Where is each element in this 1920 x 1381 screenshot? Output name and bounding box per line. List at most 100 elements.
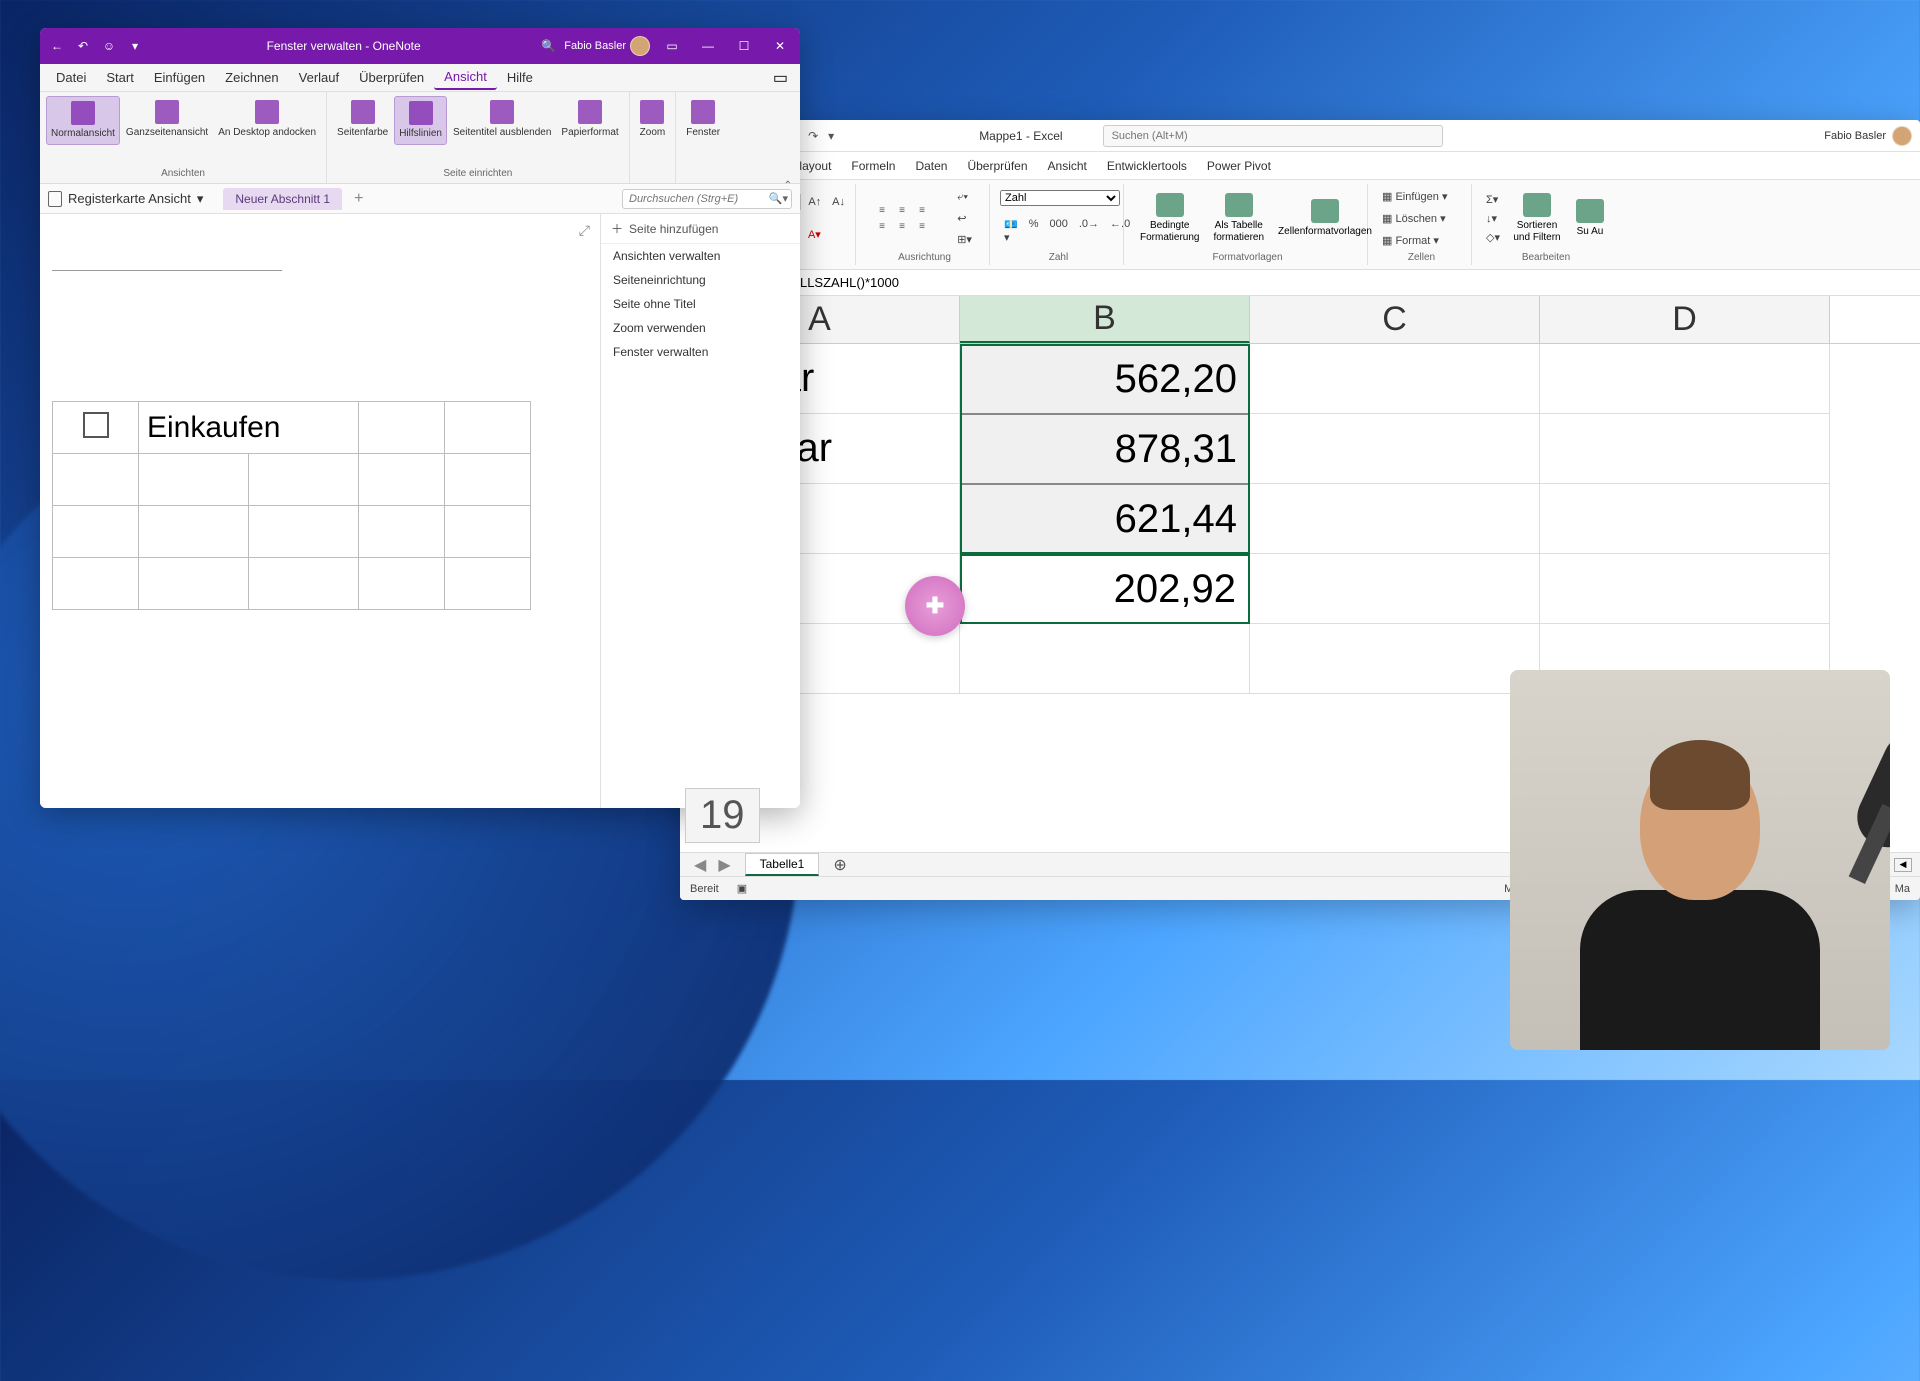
empty-cell[interactable]: [139, 558, 249, 610]
clear-icon[interactable]: ◇▾: [1482, 229, 1504, 246]
page-item-ansichten-verwalten[interactable]: Ansichten verwalten: [601, 244, 800, 268]
wrap-text-icon[interactable]: ↩: [953, 210, 976, 227]
add-section-button[interactable]: +: [346, 188, 371, 210]
cell-c3[interactable]: [1250, 484, 1540, 554]
empty-cell[interactable]: [359, 506, 445, 558]
back-icon[interactable]: ←: [46, 35, 68, 57]
empty-cell[interactable]: [359, 558, 445, 610]
ribbon-mode-icon[interactable]: ▭: [767, 65, 794, 91]
menu-verlauf[interactable]: Verlauf: [289, 66, 349, 89]
empty-cell[interactable]: [445, 402, 531, 454]
menu-formeln[interactable]: Formeln: [841, 155, 905, 177]
an-desktop-andocken-button[interactable]: An Desktop andocken: [214, 96, 320, 143]
format-as-table-button[interactable]: Als Tabelle formatieren: [1207, 186, 1270, 250]
menu-datei[interactable]: Datei: [46, 66, 96, 89]
conditional-formatting-button[interactable]: Bedingte Formatierung: [1134, 186, 1205, 250]
delete-cells-button[interactable]: ▦ Löschen ▾: [1378, 210, 1465, 227]
seitenfarbe-button[interactable]: Seitenfarbe: [333, 96, 392, 143]
inc-decimal-icon[interactable]: .0→: [1075, 216, 1103, 246]
col-header-c[interactable]: C: [1250, 296, 1540, 343]
empty-cell[interactable]: [53, 454, 139, 506]
menu-ansicht[interactable]: Ansicht: [1038, 155, 1097, 177]
empty-cell[interactable]: [445, 558, 531, 610]
decrease-font-icon[interactable]: A↓: [828, 194, 849, 210]
cell-b2[interactable]: 878,31: [960, 414, 1250, 484]
cell-styles-button[interactable]: Zellenformatvorlagen: [1272, 186, 1378, 250]
checkbox-icon[interactable]: [83, 412, 109, 438]
empty-cell[interactable]: [249, 454, 359, 506]
align-bot-icon[interactable]: ≡: [913, 203, 931, 217]
cell-c2[interactable]: [1250, 414, 1540, 484]
cell-d3[interactable]: [1540, 484, 1830, 554]
col-header-b[interactable]: B: [960, 296, 1250, 343]
hscroll-left-icon[interactable]: ◀: [1894, 858, 1912, 872]
record-macro-icon[interactable]: ▣: [737, 882, 747, 895]
undo-icon[interactable]: ↶: [72, 35, 94, 57]
sync-icon[interactable]: ☺: [98, 35, 120, 57]
formula-input[interactable]: [753, 273, 1914, 292]
fill-icon[interactable]: ↓▾: [1482, 210, 1504, 227]
menu-überprüfen[interactable]: Überprüfen: [349, 66, 434, 89]
note-table[interactable]: Einkaufen: [52, 401, 531, 610]
align-top-icon[interactable]: ≡: [873, 203, 891, 217]
align-center-icon[interactable]: ≡: [893, 219, 911, 233]
currency-icon[interactable]: 💶▾: [1000, 216, 1022, 246]
empty-cell[interactable]: [139, 506, 249, 558]
menu-zeichnen[interactable]: Zeichnen: [215, 66, 288, 89]
section-tab[interactable]: Neuer Abschnitt 1: [223, 188, 342, 210]
cell-c5[interactable]: [1250, 624, 1540, 694]
font-color-icon[interactable]: A▾: [804, 226, 825, 243]
empty-cell[interactable]: [139, 454, 249, 506]
empty-cell[interactable]: [359, 402, 445, 454]
page-item-seite-ohne-titel[interactable]: Seite ohne Titel: [601, 292, 800, 316]
empty-cell[interactable]: [53, 506, 139, 558]
sheet-nav-next-icon[interactable]: ▶: [712, 853, 736, 877]
papierformat-button[interactable]: Papierformat: [557, 96, 622, 143]
hilfslinien-button[interactable]: Hilfslinien: [394, 96, 447, 145]
align-mid-icon[interactable]: ≡: [893, 203, 911, 217]
alignment-buttons[interactable]: ≡≡≡ ≡≡≡: [873, 203, 931, 233]
orientation-icon[interactable]: ⤶▾: [953, 189, 976, 206]
menu-entwicklertools[interactable]: Entwicklertools: [1097, 155, 1197, 177]
redo-icon[interactable]: ↷: [803, 126, 823, 146]
search-icon[interactable]: 🔍▾: [769, 192, 788, 205]
percent-icon[interactable]: %: [1025, 216, 1043, 246]
cell-d4[interactable]: [1540, 554, 1830, 624]
excel-search-input[interactable]: [1103, 125, 1443, 147]
menu-start[interactable]: Start: [96, 66, 143, 89]
row-header-19[interactable]: 19: [685, 788, 760, 843]
page-item-seiteneinrichtung[interactable]: Seiteneinrichtung: [601, 268, 800, 292]
page-item-fenster-verwalten[interactable]: Fenster verwalten: [601, 340, 800, 364]
menu-daten[interactable]: Daten: [905, 155, 957, 177]
find-select-button[interactable]: Su Au: [1570, 186, 1610, 250]
add-page-button[interactable]: ＋ Seite hinzufügen: [601, 214, 800, 244]
fenster-button[interactable]: Fenster: [682, 96, 724, 143]
minimize-icon[interactable]: —: [694, 33, 722, 59]
cell-d2[interactable]: [1540, 414, 1830, 484]
cell-b3[interactable]: 621,44: [960, 484, 1250, 554]
number-format-select[interactable]: Zahl: [1000, 190, 1120, 206]
onenote-user-account[interactable]: Fabio Basler: [564, 36, 650, 56]
menu-überprüfen[interactable]: Überprüfen: [957, 155, 1037, 177]
ganzseitenansicht-button[interactable]: Ganzseitenansicht: [122, 96, 212, 143]
qat-dropdown-icon[interactable]: ▾: [823, 126, 839, 146]
page-item-zoom-verwenden[interactable]: Zoom verwenden: [601, 316, 800, 340]
sheet-nav-prev-icon[interactable]: ◀: [688, 853, 712, 877]
empty-cell[interactable]: [249, 558, 359, 610]
cell-c1[interactable]: [1250, 344, 1540, 414]
empty-cell[interactable]: [249, 506, 359, 558]
close-icon[interactable]: ✕: [766, 33, 794, 59]
menu-ansicht[interactable]: Ansicht: [434, 65, 497, 90]
menu-einfügen[interactable]: Einfügen: [144, 66, 215, 89]
cell-b1[interactable]: 562,20: [960, 344, 1250, 414]
align-left-icon[interactable]: ≡: [873, 219, 891, 233]
page-canvas[interactable]: ⤢ Einkaufen: [40, 214, 600, 808]
sheet-tab-tabelle1[interactable]: Tabelle1: [745, 853, 820, 876]
thousands-icon[interactable]: 000: [1045, 216, 1071, 246]
onenote-search-input[interactable]: [622, 189, 792, 209]
notebook-dropdown[interactable]: Registerkarte Ansicht ▾: [48, 191, 203, 207]
maximize-icon[interactable]: ☐: [730, 33, 758, 59]
text-cell[interactable]: Einkaufen: [139, 402, 359, 454]
empty-cell[interactable]: [359, 454, 445, 506]
menu-powerpivot[interactable]: Power Pivot: [1197, 155, 1281, 177]
